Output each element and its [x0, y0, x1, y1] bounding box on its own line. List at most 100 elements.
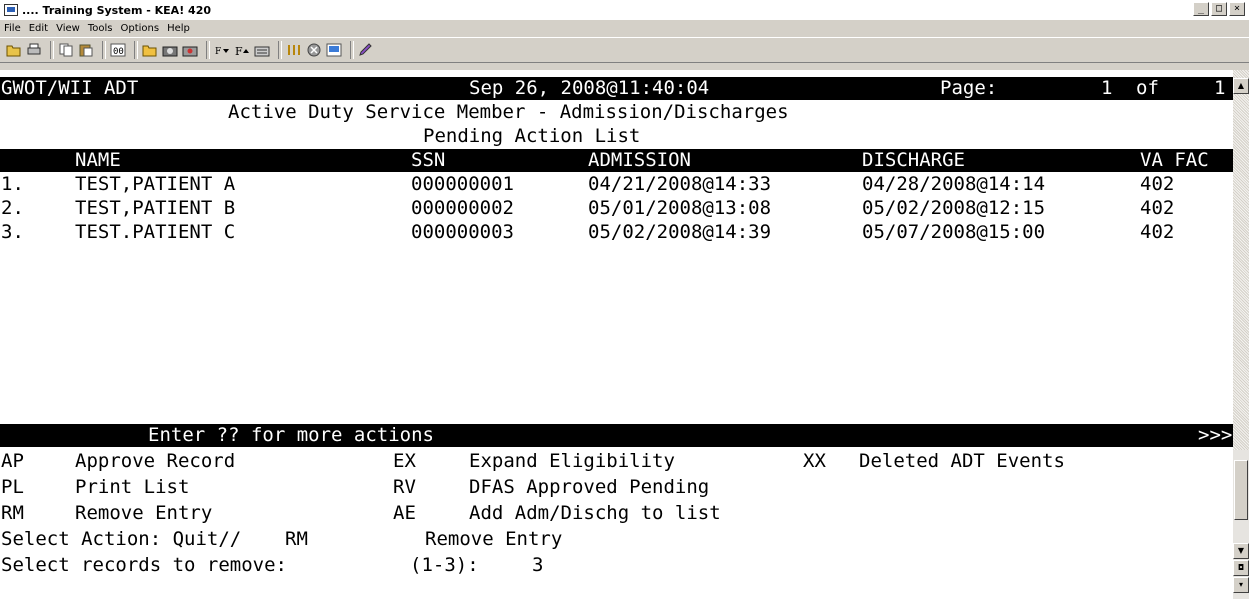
row-name: TEST,PATIENT A: [75, 173, 236, 195]
keyboard-icon[interactable]: [254, 42, 270, 58]
action-add-adm-dischg[interactable]: Add Adm/Dischg to list: [469, 502, 721, 525]
screen-subtitle: Pending Action List: [423, 125, 641, 147]
row-fac: 402: [1140, 221, 1175, 243]
transfer-icon[interactable]: [286, 42, 302, 58]
menu-view[interactable]: View: [52, 23, 84, 34]
print-icon[interactable]: [26, 42, 42, 58]
action-expand-eligibility[interactable]: Expand Eligibility: [469, 450, 675, 473]
menu-file[interactable]: File: [0, 23, 25, 34]
col-va-fac: VA FAC: [1140, 149, 1209, 171]
page-of: of: [1136, 77, 1159, 99]
prompt-input-value[interactable]: RM: [285, 528, 308, 551]
actions-row-2: PL Print List RV DFAS Approved Pending: [0, 476, 1233, 499]
row-name: TEST.PATIENT C: [75, 221, 236, 243]
action-deleted-adt-events[interactable]: Deleted ADT Events: [859, 450, 1065, 473]
font-increase-icon[interactable]: F: [234, 42, 250, 58]
terminal-screen[interactable]: GWOT/WII ADT Sep 26, 2008@11:40:04 Page:…: [0, 70, 1233, 599]
col-admission: ADMISSION: [588, 149, 691, 171]
row-fac: 402: [1140, 197, 1175, 219]
col-discharge: DISCHARGE: [862, 149, 965, 171]
close-button[interactable]: ×: [1229, 2, 1245, 16]
col-ssn: SSN: [411, 149, 446, 171]
action-code-rm[interactable]: RM: [1, 502, 24, 525]
action-code-ex[interactable]: EX: [393, 450, 416, 473]
prompt-label: Select records to remove:: [1, 554, 287, 576]
scroll-end-icon[interactable]: ▾: [1233, 577, 1249, 593]
more-actions-indicator[interactable]: >>>: [1198, 424, 1232, 447]
action-dfas-approved-pending[interactable]: DFAS Approved Pending: [469, 476, 709, 499]
prompt-label: Select Action: Quit//: [1, 528, 242, 550]
action-code-pl[interactable]: PL: [1, 476, 24, 499]
window-titlebar: .... Training System - KEA! 420 _ □ ×: [0, 0, 1249, 21]
page-label: Page:: [940, 77, 998, 99]
maximize-button[interactable]: □: [1211, 2, 1227, 16]
scrollbar-track[interactable]: [1233, 70, 1249, 450]
action-code-ae[interactable]: AE: [393, 502, 416, 525]
record-icon[interactable]: [182, 42, 198, 58]
screen-icon[interactable]: [326, 42, 342, 58]
header-bar: GWOT/WII ADT Sep 26, 2008@11:40:04 Page:…: [0, 77, 1233, 100]
toolbar-separator: [50, 41, 54, 59]
row-ssn: 000000003: [411, 221, 514, 243]
table-row[interactable]: 3. TEST.PATIENT C 000000003 05/02/2008@1…: [0, 221, 1233, 244]
connect-icon[interactable]: 00: [110, 42, 126, 58]
row-discharge: 05/07/2008@15:00: [862, 221, 1046, 243]
window-title: .... Training System - KEA! 420: [22, 3, 211, 17]
paste-icon[interactable]: [78, 42, 94, 58]
row-number: 1.: [1, 173, 24, 195]
toolbar-separator: [350, 41, 354, 59]
row-admission: 05/02/2008@14:39: [588, 221, 772, 243]
screen-title: Active Duty Service Member - Admission/D…: [228, 101, 789, 123]
vertical-scrollbar[interactable]: ▲ ▼ ◘ ▾: [1233, 70, 1249, 599]
row-name: TEST,PATIENT B: [75, 197, 236, 219]
camera-icon[interactable]: [162, 42, 178, 58]
system-name: GWOT/WII ADT: [1, 77, 139, 99]
minimize-button[interactable]: _: [1193, 2, 1209, 16]
page-current: 1: [1101, 77, 1113, 99]
scrollbar-thumb[interactable]: [1234, 460, 1248, 520]
menu-options[interactable]: Options: [116, 23, 163, 34]
toolbar-separator: [134, 41, 138, 59]
table-row[interactable]: 1. TEST,PATIENT A 000000001 04/21/2008@1…: [0, 173, 1233, 196]
prompt-echo: Remove Entry: [425, 528, 563, 550]
stop-icon[interactable]: [306, 42, 322, 58]
action-remove-entry[interactable]: Remove Entry: [75, 502, 212, 525]
svg-text:F: F: [235, 45, 243, 57]
copy-icon[interactable]: [58, 42, 74, 58]
menu-edit[interactable]: Edit: [25, 23, 52, 34]
prompt-select-records[interactable]: Select records to remove: (1-3): 3: [0, 554, 1233, 577]
font-decrease-icon[interactable]: F: [214, 42, 230, 58]
col-name: NAME: [75, 149, 121, 171]
menu-tools[interactable]: Tools: [84, 23, 117, 34]
pencil-icon[interactable]: [358, 42, 374, 58]
action-code-ap[interactable]: AP: [1, 450, 24, 473]
folder-icon[interactable]: [142, 42, 158, 58]
column-header-bar: NAME SSN ADMISSION DISCHARGE VA FAC: [0, 149, 1233, 172]
action-approve-record[interactable]: Approve Record: [75, 450, 235, 473]
svg-text:00: 00: [113, 47, 124, 57]
title-line-1: Active Duty Service Member - Admission/D…: [0, 101, 1233, 124]
actions-hint: Enter ?? for more actions: [148, 424, 434, 446]
scroll-lock-icon[interactable]: ◘: [1233, 560, 1249, 576]
actions-bar: Enter ?? for more actions >>>: [0, 424, 1233, 447]
toolbar-separator: [278, 41, 282, 59]
action-code-rv[interactable]: RV: [393, 476, 416, 499]
toolbar: 00 F F: [0, 37, 1249, 63]
prompt-select-action[interactable]: Select Action: Quit// RM Remove Entry: [0, 528, 1233, 551]
table-row[interactable]: 2. TEST,PATIENT B 000000002 05/01/2008@1…: [0, 197, 1233, 220]
row-ssn: 000000002: [411, 197, 514, 219]
svg-text:F: F: [215, 47, 221, 57]
scroll-up-icon[interactable]: ▲: [1233, 78, 1249, 94]
actions-row-3: RM Remove Entry AE Add Adm/Dischg to lis…: [0, 502, 1233, 525]
toolbar-separator: [206, 41, 210, 59]
title-line-2: Pending Action List: [0, 125, 1233, 148]
open-icon[interactable]: [6, 42, 22, 58]
row-ssn: 000000001: [411, 173, 514, 195]
action-code-xx[interactable]: XX: [803, 450, 826, 473]
action-print-list[interactable]: Print List: [75, 476, 189, 499]
row-fac: 402: [1140, 173, 1175, 195]
scroll-down-icon[interactable]: ▼: [1233, 543, 1249, 559]
menu-help[interactable]: Help: [163, 23, 194, 34]
prompt-input-value[interactable]: 3: [532, 554, 543, 577]
toolbar-separator: [102, 41, 106, 59]
